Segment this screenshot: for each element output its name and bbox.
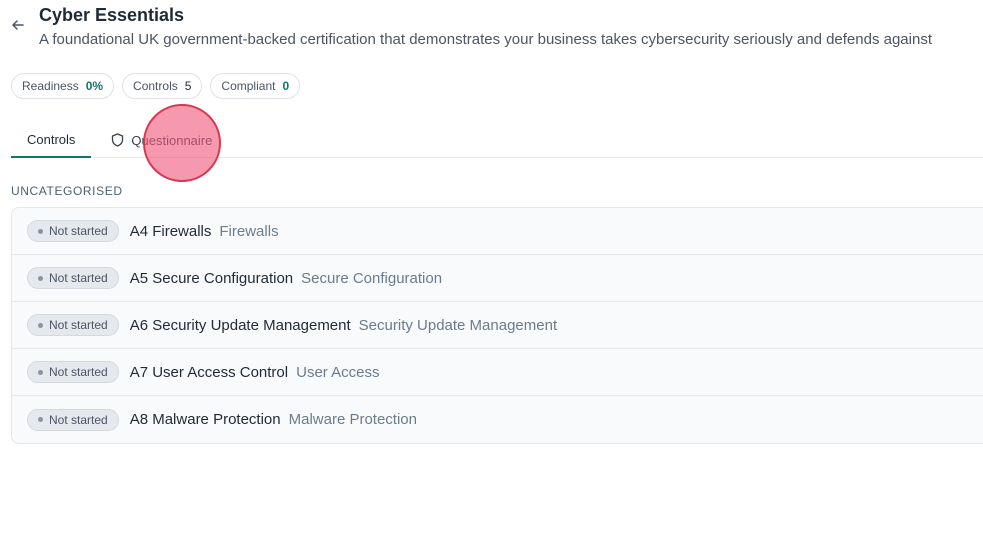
- control-row[interactable]: Not started A7 User Access Control User …: [12, 349, 983, 396]
- control-row[interactable]: Not started A4 Firewalls Firewalls: [12, 208, 983, 255]
- status-badge: Not started: [27, 361, 119, 383]
- tab-questionnaire-label: Questionnaire: [131, 132, 213, 148]
- controls-count-label: Controls: [133, 79, 178, 93]
- status-badge: Not started: [27, 408, 119, 431]
- status-label: Not started: [49, 224, 108, 238]
- page-subtitle: A foundational UK government-backed cert…: [39, 31, 932, 48]
- readiness-value: 0%: [85, 79, 104, 93]
- control-row[interactable]: Not started A5 Secure Configuration Secu…: [12, 255, 983, 302]
- back-button[interactable]: [9, 16, 27, 34]
- status-dot-icon: [38, 369, 43, 375]
- section-label: UNCATEGORISED: [11, 184, 123, 198]
- arrow-left-icon: [12, 20, 24, 30]
- compliant-value: 0: [282, 79, 290, 93]
- status-label: Not started: [49, 271, 108, 285]
- status-dot-icon: [38, 322, 43, 328]
- page-title: Cyber Essentials: [39, 5, 185, 25]
- readiness-label: Readiness: [22, 79, 79, 93]
- compliant-chip: Compliant 0: [210, 73, 301, 99]
- readiness-chip: Readiness 0%: [11, 73, 115, 99]
- controls-count-value: 5: [184, 79, 192, 93]
- status-label: Not started: [49, 365, 108, 379]
- tab-questionnaire[interactable]: Questionnaire: [91, 122, 212, 158]
- control-name: A8 Malware Protection: [129, 411, 281, 428]
- control-category: Malware Protection: [288, 411, 417, 428]
- tab-controls-label: Controls: [27, 131, 76, 147]
- status-badge: Not started: [27, 220, 119, 242]
- stats-chips: Readiness 0% Controls 5 Compliant 0: [11, 73, 301, 99]
- compliant-label: Compliant: [221, 79, 276, 93]
- shield-icon: [112, 133, 124, 147]
- page: Cyber Essentials A foundational UK gover…: [0, 0, 983, 550]
- status-badge: Not started: [27, 314, 119, 336]
- control-name: A4 Firewalls: [129, 222, 212, 240]
- status-label: Not started: [49, 412, 108, 427]
- tab-bar: Controls Questionnaire: [11, 122, 983, 158]
- tab-controls[interactable]: Controls: [11, 122, 92, 158]
- control-category: Firewalls: [219, 222, 279, 240]
- control-row[interactable]: Not started A6 Security Update Managemen…: [12, 302, 983, 349]
- status-dot-icon: [38, 275, 43, 281]
- control-name: A5 Secure Configuration: [129, 269, 294, 287]
- control-category: User Access: [296, 363, 380, 381]
- status-badge: Not started: [27, 267, 119, 289]
- status-label: Not started: [49, 318, 108, 332]
- controls-count-chip: Controls 5: [122, 73, 203, 99]
- status-dot-icon: [38, 417, 43, 422]
- control-name: A6 Security Update Management: [129, 316, 351, 334]
- controls-list: Not started A4 Firewalls Firewalls Not s…: [11, 207, 983, 444]
- control-category: Secure Configuration: [301, 269, 443, 287]
- control-name: A7 User Access Control: [129, 363, 289, 381]
- control-row[interactable]: Not started A8 Malware Protection Malwar…: [12, 396, 983, 443]
- status-dot-icon: [38, 228, 43, 234]
- control-category: Security Update Management: [358, 316, 558, 334]
